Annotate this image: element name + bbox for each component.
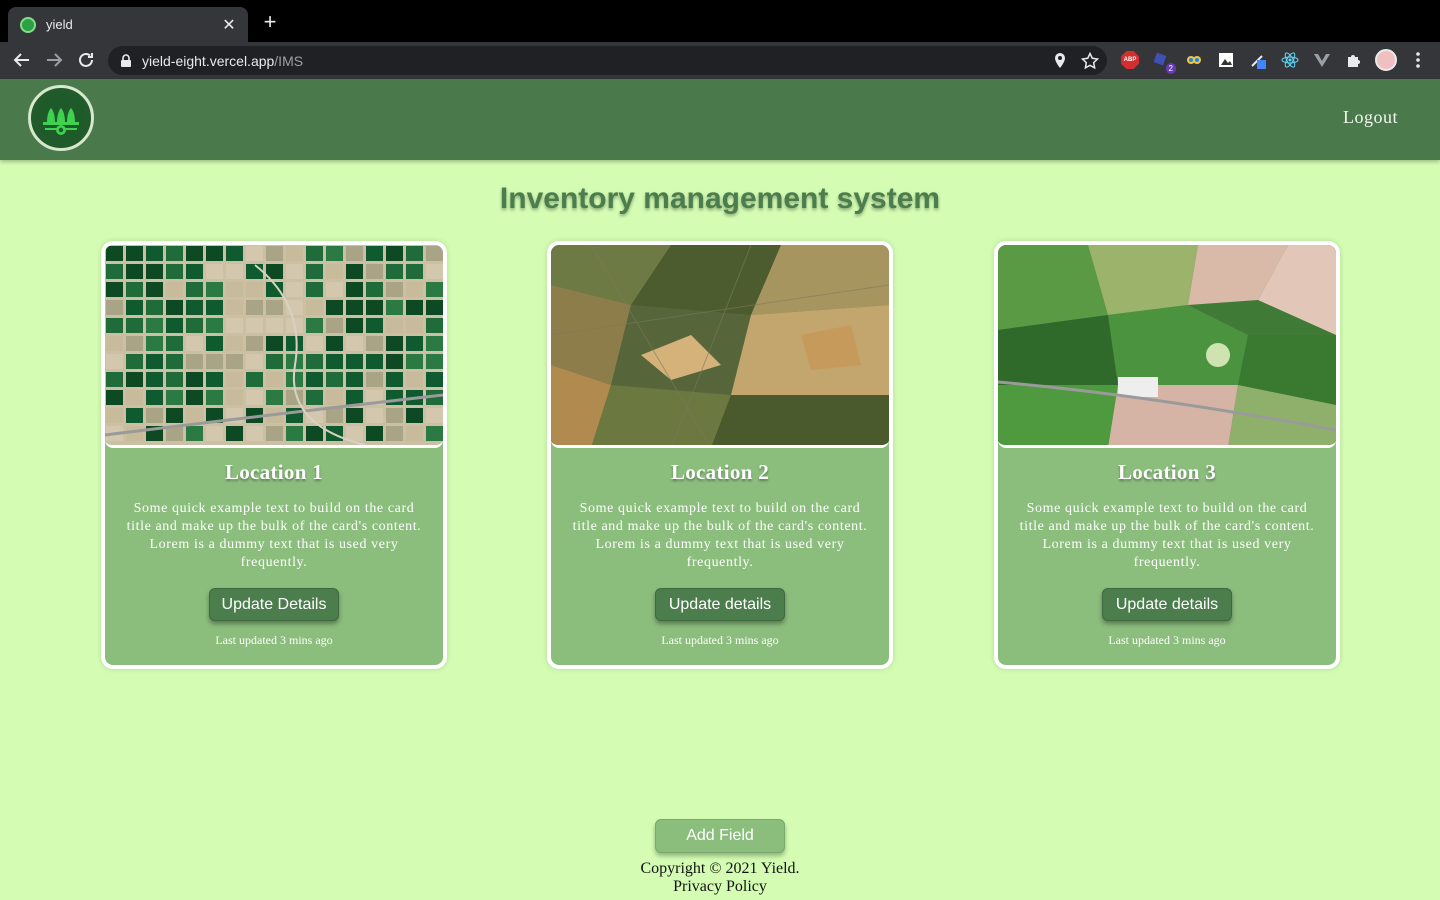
card-title: Location 3 bbox=[1117, 460, 1217, 484]
app-header: Logout bbox=[0, 79, 1440, 160]
yield-logo[interactable] bbox=[28, 85, 94, 151]
back-arrow-icon bbox=[13, 53, 29, 67]
wheat-logo-icon bbox=[37, 94, 85, 142]
lock-icon bbox=[121, 53, 131, 67]
page-title: Inventory management system bbox=[499, 182, 941, 215]
forward-arrow-icon bbox=[47, 53, 63, 67]
card-text: Some quick example text to build on the … bbox=[572, 501, 868, 570]
browser-tab-bar: yield ✕ + bbox=[0, 0, 1440, 42]
pen-extension-icon[interactable] bbox=[1246, 48, 1270, 72]
browser-tab[interactable]: yield ✕ bbox=[8, 7, 248, 42]
last-updated-text: Last updated 3 mins ago bbox=[215, 633, 333, 647]
forward-button[interactable] bbox=[42, 48, 66, 72]
kebab-menu-icon[interactable] bbox=[1406, 48, 1430, 72]
favicon-icon bbox=[20, 16, 36, 33]
add-field-button[interactable]: Add Field bbox=[655, 819, 785, 853]
copyright-text: Copyright © 2021 Yield. bbox=[640, 860, 800, 877]
field-image-2 bbox=[551, 245, 889, 448]
address-bar[interactable]: yield-eight.vercel.app/IMS bbox=[108, 46, 1107, 75]
shapes-extension-icon[interactable]: 2 bbox=[1150, 48, 1176, 74]
card-title: Location 2 bbox=[670, 460, 770, 484]
react-devtools-icon[interactable] bbox=[1278, 48, 1302, 72]
close-tab-icon[interactable]: ✕ bbox=[220, 15, 238, 35]
image-extension-icon[interactable] bbox=[1214, 48, 1238, 72]
update-details-button[interactable]: Update details bbox=[1102, 588, 1232, 621]
location-card-1: Location 1 Some quick example text to bu… bbox=[101, 241, 447, 669]
adblock-icon[interactable]: ABP bbox=[1118, 48, 1142, 72]
update-details-button[interactable]: Update details bbox=[655, 588, 785, 621]
url-host: yield-eight.vercel.app bbox=[142, 52, 275, 69]
browser-toolbar: yield-eight.vercel.app/IMS ABP 2 bbox=[0, 42, 1440, 79]
last-updated-text: Last updated 3 mins ago bbox=[661, 633, 779, 647]
puzzle-icon[interactable] bbox=[1342, 48, 1366, 72]
vue-devtools-icon[interactable] bbox=[1310, 48, 1334, 72]
extension-badge: 2 bbox=[1165, 63, 1176, 74]
extensions-bar: ABP 2 bbox=[1118, 48, 1430, 74]
privacy-policy-link[interactable]: Privacy Policy bbox=[0, 878, 1440, 896]
card-text: Some quick example text to build on the … bbox=[126, 501, 422, 570]
bookmark-star-icon[interactable] bbox=[1081, 52, 1099, 70]
reload-button[interactable] bbox=[74, 48, 98, 72]
new-tab-button[interactable]: + bbox=[258, 10, 282, 34]
reload-icon bbox=[79, 52, 93, 67]
location-card-3: Location 3 Some quick example text to bu… bbox=[994, 241, 1340, 669]
url-path: /IMS bbox=[274, 52, 304, 69]
logout-link[interactable]: Logout bbox=[1343, 107, 1398, 128]
profile-avatar[interactable] bbox=[1374, 48, 1398, 72]
location-pin-icon[interactable] bbox=[1053, 52, 1067, 70]
field-image-1 bbox=[105, 245, 443, 448]
update-details-button[interactable]: Update Details bbox=[209, 588, 339, 621]
location-card-2: Location 2 Some quick example text to bu… bbox=[547, 241, 893, 669]
back-button[interactable] bbox=[10, 48, 34, 72]
tab-title: yield bbox=[46, 17, 73, 32]
card-text: Some quick example text to build on the … bbox=[1019, 501, 1315, 570]
last-updated-text: Last updated 3 mins ago bbox=[1108, 633, 1226, 647]
owl-extension-icon[interactable] bbox=[1182, 48, 1206, 72]
card-title: Location 1 bbox=[224, 460, 324, 484]
field-image-3 bbox=[998, 245, 1336, 448]
